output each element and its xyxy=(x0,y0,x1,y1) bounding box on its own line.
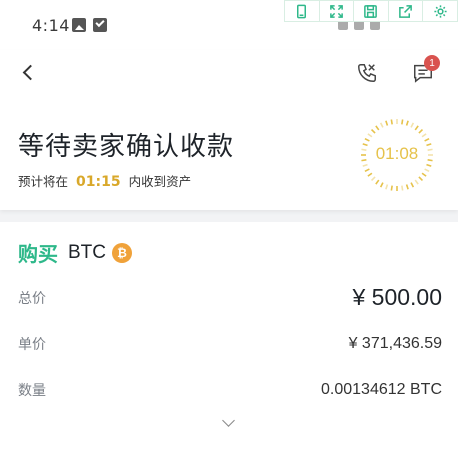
order-type-row: 购买 BTC ₿ xyxy=(18,238,132,267)
quantity-label: 数量 xyxy=(18,383,46,399)
share-icon xyxy=(399,4,412,18)
expected-time-value: 01:15 xyxy=(76,174,121,190)
countdown-tick xyxy=(401,119,404,125)
countdown-tick xyxy=(421,133,427,138)
countdown-tick xyxy=(410,182,415,188)
status-time: 4:14 xyxy=(32,16,70,35)
share-button[interactable] xyxy=(389,1,424,21)
order-action-label: 购买 xyxy=(18,242,58,266)
unit-price-row: 单价 ¥ 371,436.59 xyxy=(18,334,442,354)
order-details-card: 购买 BTC ₿ 总价 ¥ 500.00 单价 ¥ 371,436.59 数量 … xyxy=(0,222,458,452)
app-screen: 4:14 1 等待卖家确认收款 预计将在 01:15 内收到资产 01:08 购… xyxy=(0,0,458,452)
settings-button[interactable] xyxy=(423,1,457,21)
quantity-value: 0.00134612 BTC xyxy=(321,381,442,398)
back-button[interactable] xyxy=(20,64,38,82)
expand-details-button[interactable] xyxy=(222,416,236,430)
countdown-tick xyxy=(375,179,380,185)
unit-price-value: ¥ 371,436.59 xyxy=(348,335,442,352)
page-title: 等待卖家确认收款 xyxy=(18,132,235,162)
countdown-tick xyxy=(367,133,373,138)
call-button[interactable] xyxy=(356,62,378,84)
countdown-tick xyxy=(405,184,409,190)
countdown-tick xyxy=(418,176,424,182)
countdown-tick xyxy=(364,137,370,142)
chat-unread-badge: 1 xyxy=(424,55,440,71)
countdown-value: 01:08 xyxy=(375,144,419,163)
countdown-tick xyxy=(414,125,419,131)
check-notification-icon xyxy=(93,18,107,32)
bitcoin-icon: ₿ xyxy=(112,242,132,263)
quantity-row: 数量 0.00134612 BTC xyxy=(18,380,442,400)
countdown-tick xyxy=(364,168,370,173)
fullscreen-button[interactable] xyxy=(320,1,355,21)
countdown-tick xyxy=(367,172,373,177)
coin-symbol: BTC xyxy=(68,241,106,263)
portrait-mode-button[interactable] xyxy=(285,1,320,21)
countdown-tick xyxy=(414,179,419,185)
countdown-tick xyxy=(385,120,389,126)
expected-time-text: 预计将在 01:15 内收到资产 xyxy=(18,171,191,190)
subtitle-suffix: 内收到资产 xyxy=(128,174,192,189)
total-price-row: 总价 ¥ 500.00 xyxy=(18,284,442,311)
countdown-tick xyxy=(362,163,368,167)
countdown-tick xyxy=(421,172,427,177)
order-status-header: 1 等待卖家确认收款 预计将在 01:15 内收到资产 01:08 xyxy=(0,50,458,210)
phone-icon xyxy=(358,64,376,82)
countdown-tick xyxy=(424,168,430,173)
countdown-tick xyxy=(375,125,380,131)
total-price-label: 总价 xyxy=(18,290,46,307)
countdown-tick xyxy=(426,163,432,167)
countdown-tick xyxy=(424,137,430,142)
countdown-timer: 01:08 xyxy=(360,118,434,192)
total-price-value: ¥ 500.00 xyxy=(352,284,442,310)
save-icon xyxy=(364,4,378,18)
countdown-tick xyxy=(410,122,415,128)
gallery-notification-icon xyxy=(72,18,86,32)
countdown-tick xyxy=(379,122,384,128)
countdown-tick xyxy=(390,185,393,191)
expand-icon xyxy=(330,4,343,18)
unit-price-label: 单价 xyxy=(18,337,46,353)
screen-tools-toolbar xyxy=(284,0,458,22)
countdown-tick xyxy=(370,176,376,182)
countdown-tick xyxy=(401,185,404,191)
phone-frame-icon xyxy=(297,4,307,18)
save-button[interactable] xyxy=(354,1,389,21)
gear-icon xyxy=(434,4,447,18)
countdown-tick xyxy=(390,119,393,125)
countdown-tick xyxy=(418,128,424,134)
countdown-tick xyxy=(379,182,384,188)
subtitle-prefix: 预计将在 xyxy=(18,174,69,189)
countdown-tick xyxy=(385,184,389,190)
countdown-tick xyxy=(370,128,376,134)
countdown-tick xyxy=(405,120,409,126)
